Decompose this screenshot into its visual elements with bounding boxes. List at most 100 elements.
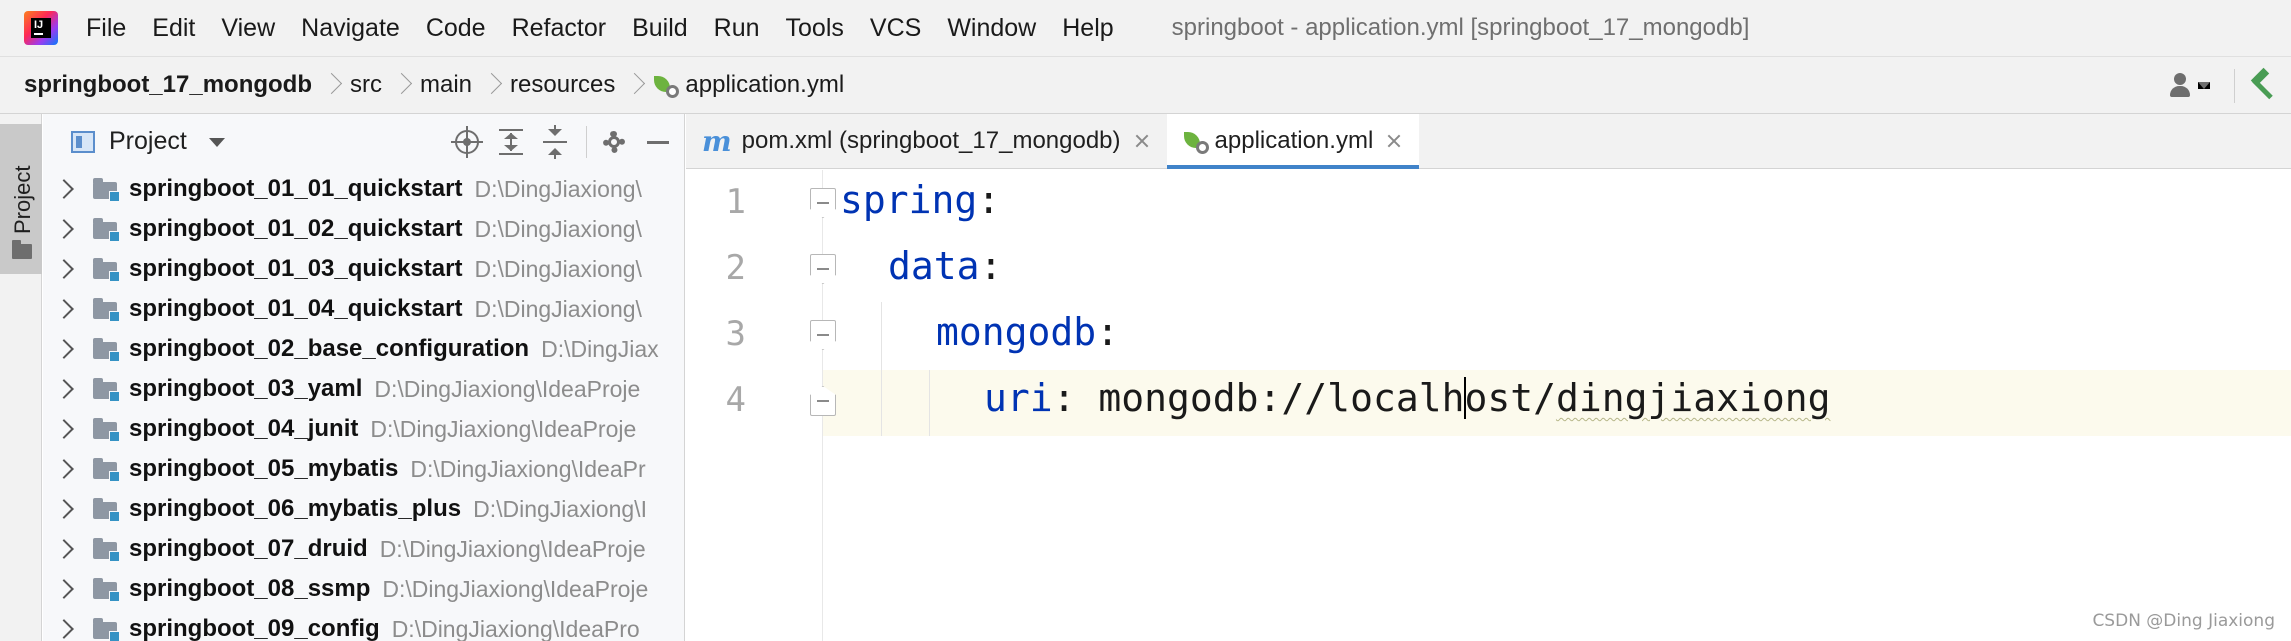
chevron-down-icon[interactable] — [208, 138, 225, 147]
code-editor[interactable]: 1 2 3 4 spring: data: mongodb: uri: mong… — [686, 170, 2291, 641]
yaml-key: spring — [840, 178, 978, 222]
tree-item[interactable]: springboot_01_01_quickstart D:\DingJiaxio… — [43, 169, 684, 209]
tree-item[interactable]: springboot_05_mybatis D:\DingJiaxiong\Ide… — [43, 449, 684, 489]
yaml-key: mongodb — [936, 310, 1097, 354]
line-number: 1 — [725, 182, 746, 222]
tree-item-path: D:\DingJiaxiong\ — [474, 215, 642, 242]
close-icon[interactable] — [1135, 134, 1149, 148]
tree-item[interactable]: springboot_09_config D:\DingJiaxiong\Idea… — [43, 609, 684, 641]
menu-refactor[interactable]: Refactor — [512, 14, 606, 43]
tree-item-name: springboot_04_junit — [129, 415, 359, 442]
menu-tools[interactable]: Tools — [786, 14, 844, 43]
gear-icon[interactable] — [597, 125, 631, 159]
indent-guide — [929, 370, 930, 436]
chevron-right-icon[interactable] — [54, 619, 74, 639]
tree-item[interactable]: springboot_07_druid D:\DingJiaxiong\IdeaP… — [43, 529, 684, 569]
chevron-right-icon[interactable] — [54, 179, 74, 199]
menu-navigate[interactable]: Navigate — [301, 14, 400, 43]
chevron-right-icon[interactable] — [54, 299, 74, 319]
module-folder-icon — [93, 298, 120, 322]
yaml-key: uri — [984, 376, 1053, 420]
tree-item[interactable]: springboot_04_junit D:\DingJiaxiong\IdeaP… — [43, 409, 684, 449]
module-folder-icon — [93, 178, 120, 202]
build-hammer-icon[interactable] — [2247, 67, 2277, 101]
locate-file-icon[interactable] — [450, 125, 484, 159]
watermark: CSDN @Ding Jiaxiong — [2092, 611, 2275, 631]
tab-application-yml[interactable]: application.yml — [1166, 114, 1420, 169]
yaml-value: mongodb://localh — [1098, 376, 1465, 420]
menu-vcs[interactable]: VCS — [870, 14, 921, 43]
code-line-3: mongodb: — [936, 310, 1119, 354]
chevron-right-icon[interactable] — [54, 259, 74, 279]
menu-build[interactable]: Build — [632, 14, 688, 43]
tree-item-path: D:\DingJiaxiong\IdeaPr — [410, 455, 646, 482]
tab-pom-xml[interactable]: m pom.xml (springboot_17_mongodb) — [686, 114, 1167, 168]
tree-item-name: springboot_01_03_quickstart — [129, 255, 463, 282]
tab-label: application.yml — [1214, 127, 1374, 154]
menu-view[interactable]: View — [221, 14, 275, 43]
tree-item-path: D:\DingJiaxiong\IdeaProje — [370, 415, 637, 442]
close-icon[interactable] — [1387, 134, 1401, 148]
chevron-right-icon[interactable] — [54, 459, 74, 479]
module-folder-icon — [93, 458, 120, 482]
project-tab-label: Project — [10, 165, 35, 234]
module-folder-icon — [93, 618, 120, 641]
chevron-right-icon[interactable] — [54, 499, 74, 519]
tree-item-name: springboot_08_ssmp — [129, 575, 371, 602]
module-folder-icon — [93, 498, 120, 522]
expand-all-icon[interactable] — [494, 125, 528, 159]
menu-run[interactable]: Run — [714, 14, 760, 43]
minimize-icon[interactable] — [641, 125, 675, 159]
breadcrumb: springboot_17_mongodb src main resources… — [0, 57, 2291, 114]
project-panel-title[interactable]: Project — [109, 127, 187, 156]
tree-item[interactable]: springboot_08_ssmp D:\DingJiaxiong\IdeaPr… — [43, 569, 684, 609]
line-number: 3 — [725, 314, 746, 354]
menu-code[interactable]: Code — [426, 14, 486, 43]
yaml-colon: : — [1096, 310, 1120, 354]
tree-item-name: springboot_09_config — [129, 615, 380, 641]
module-folder-icon — [93, 338, 120, 362]
chevron-right-icon[interactable] — [54, 379, 74, 399]
menu-edit[interactable]: Edit — [152, 14, 195, 43]
project-view-icon — [71, 130, 95, 153]
tab-label: pom.xml (springboot_17_mongodb) — [741, 127, 1121, 154]
breadcrumb-separator-icon — [320, 68, 342, 102]
yaml-key: data — [888, 244, 980, 288]
menu-help[interactable]: Help — [1062, 14, 1113, 43]
breadcrumb-file[interactable]: application.yml — [653, 71, 844, 99]
chevron-right-icon[interactable] — [54, 339, 74, 359]
tree-item[interactable]: springboot_03_yaml D:\DingJiaxiong\IdeaPr… — [43, 369, 684, 409]
yaml-colon: : — [979, 244, 1003, 288]
collapse-all-icon[interactable] — [538, 124, 572, 159]
tree-item-name: springboot_02_base_configuration — [129, 335, 530, 362]
tree-item[interactable]: springboot_02_base_configuration D:\DingJ… — [43, 329, 684, 369]
toolbar-divider — [2234, 68, 2235, 103]
code-line-2: data: — [888, 244, 1002, 288]
module-folder-icon — [93, 538, 120, 562]
chevron-right-icon[interactable] — [54, 419, 74, 439]
tree-item[interactable]: springboot_01_02_quickstart D:\DingJiaxio… — [43, 209, 684, 249]
project-tool-window-tab[interactable]: Project — [0, 124, 42, 274]
user-account-icon[interactable] — [2168, 71, 2216, 101]
menu-window[interactable]: Window — [947, 14, 1036, 43]
chevron-right-icon[interactable] — [54, 219, 74, 239]
breadcrumb-main[interactable]: main — [420, 71, 472, 99]
chevron-right-icon[interactable] — [54, 579, 74, 599]
tree-item-path: D:\DingJiaxiong\I — [473, 495, 647, 522]
tree-item[interactable]: springboot_01_04_quickstart D:\DingJiaxio… — [43, 289, 684, 329]
breadcrumb-resources[interactable]: resources — [510, 71, 615, 99]
tree-item[interactable]: springboot_06_mybatis_plus D:\DingJiaxion… — [43, 489, 684, 529]
tree-item-path: D:\DingJiaxiong\IdeaProje — [374, 375, 641, 402]
code-line-1: spring: — [840, 178, 1000, 222]
tree-item-path: D:\DingJiaxiong\ — [474, 175, 642, 202]
window-title: springboot - application.yml [springboot… — [1171, 14, 1750, 41]
breadcrumb-src[interactable]: src — [350, 71, 382, 99]
breadcrumb-project[interactable]: springboot_17_mongodb — [24, 71, 312, 99]
tree-item-path: D:\DingJiaxiong\IdeaPro — [391, 615, 640, 641]
editor-tab-bar: m pom.xml (springboot_17_mongodb) applic… — [686, 114, 2291, 169]
spring-yml-file-icon — [653, 72, 680, 98]
chevron-right-icon[interactable] — [54, 539, 74, 559]
menu-file[interactable]: File — [86, 14, 126, 43]
tree-item-path: D:\DingJiaxiong\ — [474, 295, 642, 322]
tree-item[interactable]: springboot_01_03_quickstart D:\DingJiaxio… — [43, 249, 684, 289]
